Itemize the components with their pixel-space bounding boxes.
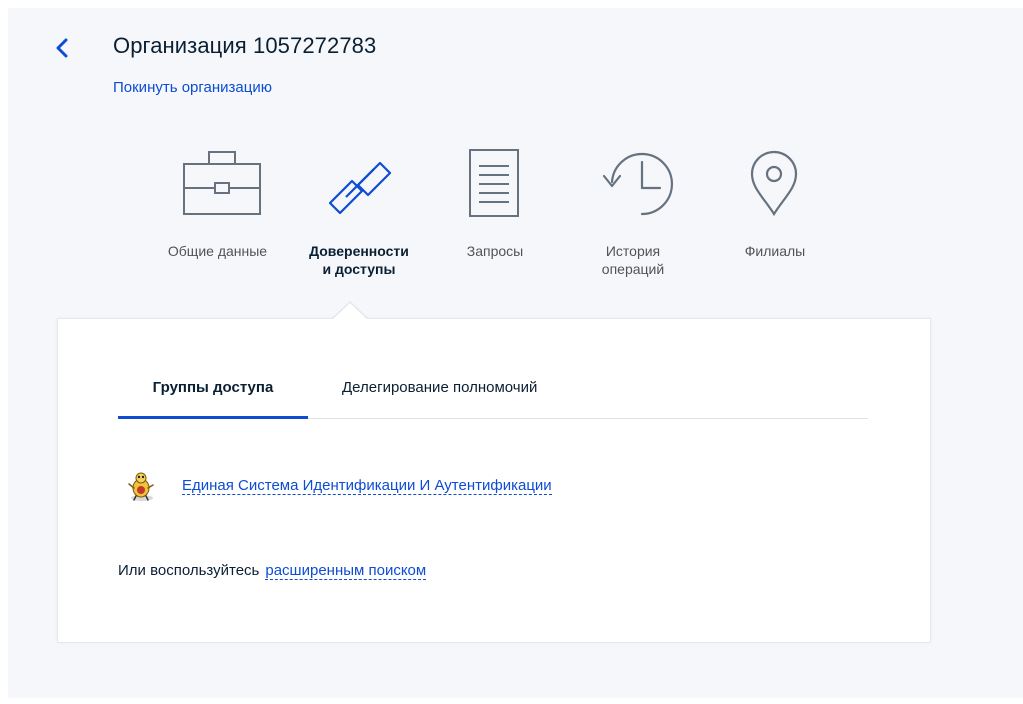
advanced-search-row: Или воспользуйтесь расширенным поиском (118, 562, 427, 580)
tab-delegation[interactable]: Делегирование полномочий (342, 372, 537, 419)
nav-item-label: Общие данные (167, 243, 268, 259)
leave-organization-link[interactable]: Покинуть организацию (113, 79, 272, 96)
service-link[interactable]: Единая Система Идентификации И Аутентифи… (182, 477, 552, 495)
map-pin-icon (750, 150, 798, 217)
nav-item-label: Доверенности и доступы (309, 243, 409, 277)
search-prefix-text: Или воспользуйтесь (118, 562, 260, 579)
document-icon (469, 149, 519, 217)
nav-item-label: Запросы (466, 243, 524, 259)
chevron-left-icon (56, 38, 68, 58)
nav-item-label: История операций (601, 243, 665, 277)
link-chain-icon (328, 161, 392, 215)
card-pointer-inner (332, 303, 368, 320)
briefcase-icon (183, 151, 261, 215)
tab-access-groups[interactable]: Группы доступа (118, 372, 308, 419)
esia-logo-icon (128, 472, 154, 501)
back-button[interactable] (52, 34, 72, 62)
tab-bar: Группы доступа Делегирование полномочий (118, 372, 868, 419)
nav-item-label: Филиалы (744, 243, 806, 259)
advanced-search-link[interactable]: расширенным поиском (265, 562, 427, 580)
history-clock-icon (602, 152, 673, 216)
page-title: Организация 1057272783 (113, 33, 377, 58)
